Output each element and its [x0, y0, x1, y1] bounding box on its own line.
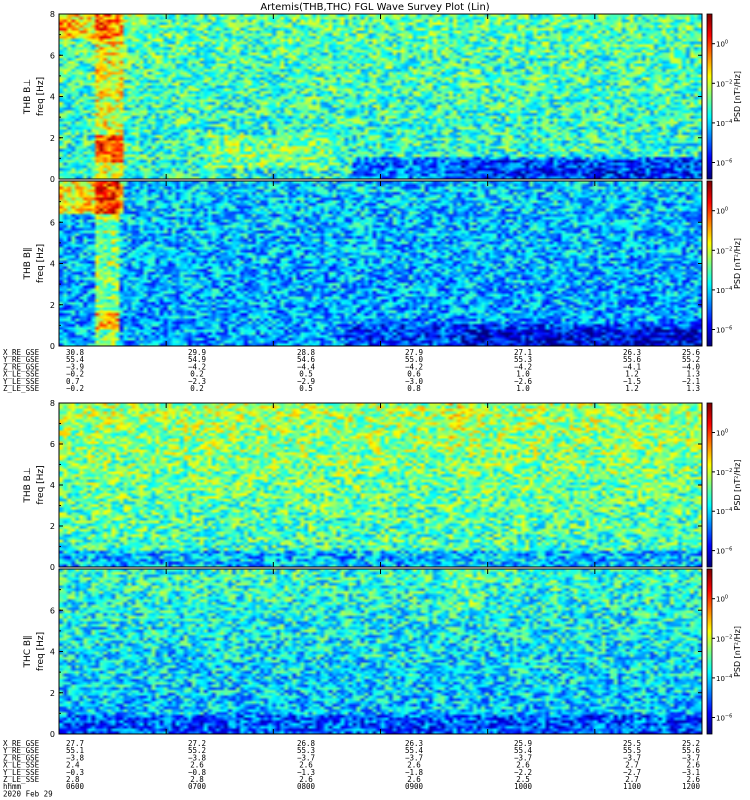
- colorbar-tick-label: 10−4: [716, 674, 732, 683]
- y-tick-label: 4: [50, 93, 55, 102]
- y-tick-label: 0: [50, 730, 55, 739]
- colorbar-tick-label: 100: [716, 595, 728, 604]
- ephemeris-value: 0900: [405, 782, 424, 791]
- colorbar-tick-label: 100: [716, 40, 728, 49]
- ephemeris-value: 1.0: [516, 384, 530, 393]
- colorbar: [707, 181, 712, 346]
- colorbar-tick-label: 10−2: [716, 79, 732, 88]
- ephemeris-row-label: Z_LE_SSE: [3, 384, 40, 393]
- colorbar-tick-label: 10−2: [716, 634, 732, 643]
- y-tick-label: 4: [50, 481, 55, 490]
- colorbar-tick-label: 10−6: [716, 714, 732, 723]
- y-tick-label: 8: [50, 399, 55, 408]
- y-axis-label: THC B∥: [23, 635, 33, 668]
- spectrogram-image: [59, 181, 702, 346]
- ephemeris-table-2: X_RE_GSEY_RE_GSEZ_RE_GSEX_LE_SSEY_LE_SSE…: [3, 739, 700, 798]
- ephemeris-value: 0.5: [299, 384, 313, 393]
- ephemeris-value: 1100: [623, 782, 642, 791]
- ephemeris-value: 1200: [682, 782, 701, 791]
- y-axis-unit: freq [Hz]: [36, 632, 46, 671]
- ephemeris-value: 0600: [66, 782, 85, 791]
- y-tick-label: 6: [50, 606, 55, 615]
- y-axis-label: THB B⊥: [23, 79, 33, 115]
- y-tick-label: 2: [50, 301, 55, 310]
- figure-title: Artemis(THB,THC) FGL Wave Survey Plot (L…: [260, 2, 489, 13]
- colorbar-tick-label: 10−4: [716, 286, 732, 295]
- ephemeris-value: 0.2: [190, 384, 204, 393]
- colorbar-tick-label: 10−6: [716, 159, 732, 168]
- colorbar-tick-label: 10−2: [716, 246, 732, 255]
- colorbar-tick-label: 10−4: [716, 507, 732, 516]
- ephemeris-value: 1000: [514, 782, 533, 791]
- colorbar: [707, 403, 712, 567]
- y-axis-label: THB B⊥: [23, 467, 33, 503]
- colorbar: [707, 569, 712, 734]
- spectrogram-panel-4: 0 2 4 6 THC B∥ freq [Hz] 100 10−2 10−4 10−6 PSD [n…: [23, 568, 742, 739]
- ephemeris-value: 0700: [188, 782, 207, 791]
- y-tick-label: 2: [50, 522, 55, 531]
- colorbar-tick-label: 100: [716, 207, 728, 216]
- y-tick-label: 2: [50, 134, 55, 143]
- y-axis-label: THB B∥: [23, 248, 33, 281]
- ephemeris-value: 0800: [297, 782, 316, 791]
- spectrogram-image: [59, 569, 702, 734]
- y-tick-label: 4: [50, 260, 55, 269]
- colorbar-tick-label: 100: [716, 429, 728, 438]
- ephemeris-value: −0.2: [66, 384, 84, 393]
- y-tick-label: 0: [50, 342, 55, 351]
- y-tick-label: 8: [50, 10, 55, 19]
- spectrogram-panel-2: 0 2 4 6 THB B∥ freq [Hz] 100 10−2 10−4 10−6 PSD [n…: [23, 180, 742, 351]
- colorbar-label: PSD [nT²/Hz]: [733, 71, 742, 122]
- y-axis-unit: freq [Hz]: [36, 465, 46, 504]
- colorbar-label: PSD [nT²/Hz]: [733, 626, 742, 677]
- colorbar-label: PSD [nT²/Hz]: [733, 238, 742, 289]
- colorbar-tick-label: 10−6: [716, 326, 732, 335]
- colorbar-tick-label: 10−4: [716, 119, 732, 128]
- spectrogram-image: [59, 14, 702, 179]
- y-tick-label: 4: [50, 648, 55, 657]
- y-tick-label: 6: [50, 440, 55, 449]
- ephemeris-value: 0.8: [407, 384, 421, 393]
- y-axis-unit: freq [Hz]: [36, 77, 46, 116]
- colorbar-tick-label: 10−2: [716, 468, 732, 477]
- ephemeris-value: 1.2: [625, 384, 639, 393]
- y-tick-label: 6: [50, 218, 55, 227]
- y-tick-label: 6: [50, 51, 55, 60]
- ephemeris-value: 1.3: [686, 384, 700, 393]
- colorbar-tick-label: 10−6: [716, 547, 732, 556]
- ephemeris-date: 2020 Feb 29: [3, 789, 53, 798]
- y-tick-label: 0: [50, 563, 55, 572]
- colorbar-label: PSD [nT²/Hz]: [733, 460, 742, 511]
- spectrogram-image: [59, 403, 702, 567]
- wave-survey-figure: Artemis(THB,THC) FGL Wave Survey Plot (L…: [3, 2, 742, 798]
- y-tick-label: 2: [50, 689, 55, 698]
- ephemeris-table-1: X_RE_GSEY_RE_GSEZ_RE_GSEX_LE_SSEY_LE_SSE…: [3, 348, 700, 393]
- spectrogram-panel-3: 0 2 4 6 8 THB B⊥ freq [Hz] 100 10−2 10−4 10−6 PSD […: [23, 399, 742, 572]
- y-tick-label: 0: [50, 175, 55, 184]
- colorbar: [707, 14, 712, 179]
- spectrogram-panel-1: 0 2 4 6 8 THB B⊥ freq [Hz] 100 10−2 10−4 10−6 PSD […: [23, 10, 742, 184]
- y-axis-unit: freq [Hz]: [36, 244, 46, 283]
